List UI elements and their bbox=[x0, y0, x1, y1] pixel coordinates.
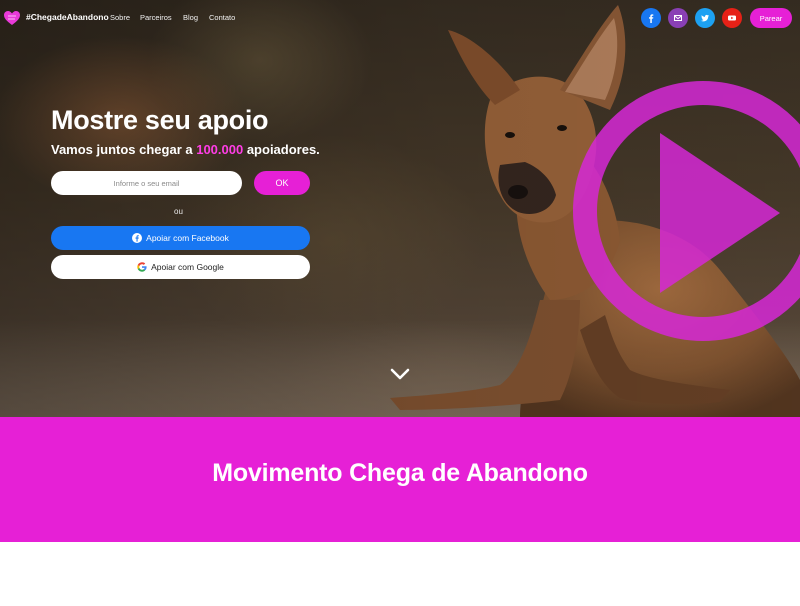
support-with-google-button[interactable]: Apoiar com Google bbox=[51, 255, 310, 279]
nav-link-contato[interactable]: Contato bbox=[209, 13, 235, 22]
youtube-social-button[interactable] bbox=[722, 8, 742, 28]
youtube-icon bbox=[728, 15, 736, 21]
nav-link-blog[interactable]: Blog bbox=[183, 13, 198, 22]
email-input[interactable] bbox=[51, 171, 242, 195]
facebook-icon bbox=[649, 14, 654, 23]
google-button-label: Apoiar com Google bbox=[151, 262, 224, 272]
support-with-facebook-button[interactable]: Apoiar com Facebook bbox=[51, 226, 310, 250]
join-button[interactable]: Parear bbox=[750, 8, 792, 28]
movement-title: Movimento Chega de Abandono bbox=[212, 459, 588, 487]
email-social-button[interactable] bbox=[668, 8, 688, 28]
scroll-down-chevron-icon[interactable] bbox=[389, 367, 411, 381]
twitter-icon bbox=[701, 14, 709, 22]
nav-link-parceiros[interactable]: Parceiros bbox=[140, 13, 172, 22]
twitter-social-button[interactable] bbox=[695, 8, 715, 28]
hero-title: Mostre seu apoio bbox=[51, 105, 269, 135]
top-nav: #ChegadeAbandono Sobre Parceiros Blog Co… bbox=[0, 0, 800, 36]
content-area bbox=[0, 542, 800, 606]
ok-button[interactable]: OK bbox=[254, 171, 310, 195]
nav-link-sobre[interactable]: Sobre bbox=[110, 13, 130, 22]
facebook-button-label: Apoiar com Facebook bbox=[146, 233, 229, 243]
subtitle-text-pre: Vamos juntos chegar a bbox=[51, 142, 197, 157]
or-separator: ou bbox=[174, 207, 183, 216]
subtitle-text-post: apoiadores. bbox=[243, 142, 320, 157]
play-video-icon[interactable] bbox=[570, 78, 800, 343]
email-icon bbox=[674, 15, 682, 21]
facebook-social-button[interactable] bbox=[641, 8, 661, 28]
facebook-icon bbox=[132, 233, 143, 243]
supporter-goal: 100.000 bbox=[196, 142, 244, 157]
hero-subtitle: Vamos juntos chegar a 100.000 apoiadores… bbox=[51, 142, 320, 157]
hero-section: Mostre seu apoio Vamos juntos chegar a 1… bbox=[0, 0, 800, 417]
heart-logo-icon[interactable] bbox=[3, 9, 21, 27]
brand-name[interactable]: #ChegadeAbandono bbox=[26, 12, 109, 22]
google-icon bbox=[137, 262, 147, 272]
movement-banner: Movimento Chega de Abandono bbox=[0, 417, 800, 542]
